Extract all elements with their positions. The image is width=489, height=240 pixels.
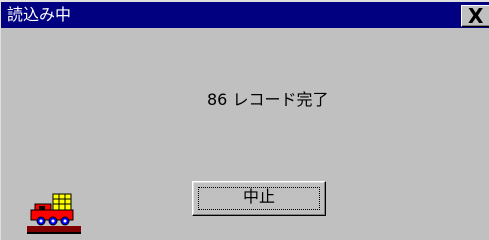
train-loading-icon bbox=[27, 193, 81, 234]
title-bar: 読込み中 X bbox=[1, 0, 489, 28]
loading-dialog: 読込み中 X 86 レコード完了 中止 bbox=[0, 0, 489, 240]
window-title: 読込み中 bbox=[7, 5, 72, 24]
close-icon: X bbox=[468, 4, 484, 28]
cancel-button-label: 中止 bbox=[242, 187, 275, 206]
status-message: 86 レコード完了 bbox=[207, 90, 329, 109]
cancel-button[interactable]: 中止 bbox=[192, 181, 326, 216]
close-button[interactable]: X bbox=[461, 5, 489, 27]
